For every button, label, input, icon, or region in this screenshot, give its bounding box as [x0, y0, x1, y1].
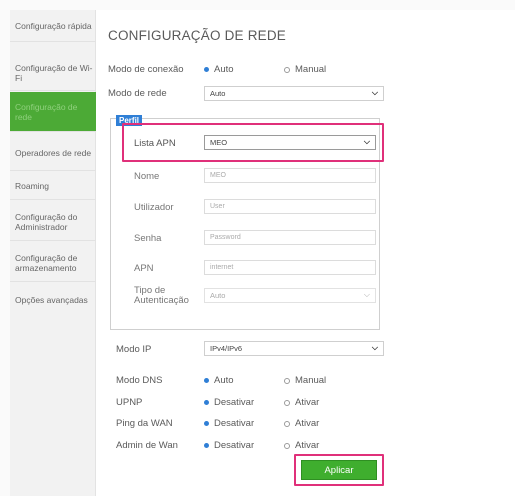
connection-mode-label: Modo de conexão [108, 64, 184, 75]
radio-unselected-icon [284, 420, 290, 427]
dns-mode-auto-radio[interactable]: Auto [204, 375, 234, 386]
radio-label: Auto [214, 64, 234, 75]
sidebar-item-network-settings[interactable]: Configuração de rede [10, 92, 96, 132]
apn-field[interactable]: internet [204, 260, 376, 275]
sidebar-item-quick-setup[interactable]: Configuração rápida [10, 10, 96, 42]
auth-type-label: Tipo de Autenticação [134, 285, 189, 306]
input-value: MEO [210, 172, 226, 179]
radio-selected-icon [204, 400, 209, 405]
radio-label: Manual [295, 375, 327, 386]
wan-admin-off-radio[interactable]: Desativar [204, 440, 254, 451]
name-label: Nome [134, 171, 160, 182]
apn-list-highlight [122, 123, 384, 162]
radio-selected-icon [204, 421, 209, 426]
sidebar-item-label: Configuração de Wi-Fi [15, 62, 93, 83]
sidebar-item-wifi[interactable]: Configuração de Wi-Fi [10, 55, 96, 91]
wan-ping-on-radio[interactable]: Ativar [284, 418, 319, 429]
radio-selected-icon [204, 378, 209, 383]
radio-unselected-icon [284, 66, 290, 73]
input-value: internet [210, 264, 234, 271]
sidebar-item-label: Roaming [15, 180, 50, 191]
radio-label: Desativar [214, 418, 255, 429]
upnp-on-radio[interactable]: Ativar [284, 397, 319, 408]
ip-mode-label: Modo IP [116, 344, 152, 355]
apn-label: APN [134, 263, 154, 274]
radio-label: Ativar [295, 440, 320, 451]
upnp-off-radio[interactable]: Desativar [204, 397, 254, 408]
user-label: Utilizador [134, 202, 174, 213]
sidebar-item-storage[interactable]: Configuração de armazenamento [10, 244, 96, 282]
sidebar-item-label: Operadores de rede [15, 147, 92, 158]
input-placeholder: User [210, 203, 225, 210]
input-placeholder: Password [210, 234, 241, 241]
wan-admin-label: Admin de Wan [116, 440, 178, 451]
sidebar-item-advanced[interactable]: Opções avançadas [10, 285, 96, 315]
dns-mode-manual-radio[interactable]: Manual [284, 375, 326, 386]
select-value: IPv4/IPv6 [210, 344, 243, 353]
chevron-down-icon: ⌵ [371, 343, 378, 352]
sidebar-item-label: Configuração rápida [15, 20, 92, 31]
radio-unselected-icon [284, 399, 290, 406]
network-mode-label: Modo de rede [108, 88, 167, 99]
page-title: CONFIGURAÇÃO DE REDE [108, 28, 287, 43]
connection-mode-auto-radio[interactable]: Auto [204, 64, 234, 75]
radio-label: Ativar [295, 418, 320, 429]
password-label: Senha [134, 233, 162, 244]
connection-mode-manual-radio[interactable]: Manual [284, 64, 326, 75]
app-frame: Configuração rápida Configuração de Wi-F… [0, 0, 515, 496]
sidebar-item-network-operators[interactable]: Operadores de rede [10, 135, 96, 171]
radio-label: Desativar [214, 440, 255, 451]
radio-unselected-icon [284, 377, 290, 384]
name-field[interactable]: MEO [204, 168, 376, 183]
radio-label: Auto [214, 375, 234, 386]
sidebar-item-label: Configuração do Administrador [15, 211, 78, 232]
sidebar: Configuração rápida Configuração de Wi-F… [10, 10, 96, 496]
radio-selected-icon [204, 67, 209, 72]
sidebar-item-label: Configuração de armazenamento [15, 252, 78, 273]
sidebar-item-label: Opções avançadas [15, 295, 88, 305]
auth-type-select[interactable]: Auto ⌵ [204, 288, 376, 303]
chevron-down-icon: ⌵ [363, 290, 370, 299]
sidebar-item-administrator[interactable]: Configuração do Administrador [10, 203, 96, 241]
wan-ping-label: Ping da WAN [116, 418, 173, 429]
radio-selected-icon [204, 443, 209, 448]
wan-admin-on-radio[interactable]: Ativar [284, 440, 319, 451]
select-value: Auto [210, 89, 226, 98]
network-mode-select[interactable]: Auto ⌵ [204, 86, 384, 101]
radio-label: Manual [295, 64, 327, 75]
radio-unselected-icon [284, 442, 290, 449]
sidebar-item-label: Configuração de rede [15, 101, 78, 122]
user-field[interactable]: User [204, 199, 376, 214]
upnp-label: UPNP [116, 397, 143, 408]
sidebar-item-roaming[interactable]: Roaming [10, 172, 96, 200]
chevron-down-icon: ⌵ [371, 88, 378, 97]
radio-label: Ativar [295, 397, 320, 408]
radio-label: Desativar [214, 397, 255, 408]
main-panel: CONFIGURAÇÃO DE REDE Modo de conexão Aut… [96, 10, 515, 496]
dns-mode-label: Modo DNS [116, 375, 163, 386]
select-value: Auto [210, 291, 226, 300]
wan-ping-off-radio[interactable]: Desativar [204, 418, 254, 429]
ip-mode-select[interactable]: IPv4/IPv6 ⌵ [204, 341, 384, 356]
password-field[interactable]: Password [204, 230, 376, 245]
apply-button-highlight [294, 454, 384, 486]
